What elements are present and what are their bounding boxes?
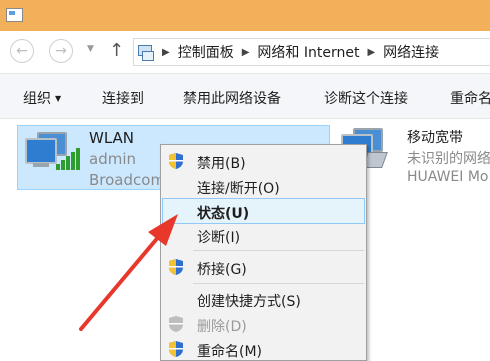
- menu-item-label: 删除(D): [197, 319, 247, 335]
- address-bar[interactable]: ▶ 控制面板 ▶ 网络和 Internet ▶ 网络连接: [133, 38, 490, 66]
- menu-item-label: 连接/断开(O): [197, 181, 280, 197]
- context-menu: 禁用(B) 连接/断开(O) 状态(U) 诊断(I) 桥接(G) 创建快捷方式(…: [160, 144, 367, 361]
- up-arrow-icon[interactable]: ↑: [109, 40, 124, 61]
- menu-item-label: 诊断(I): [197, 230, 241, 246]
- organize-button[interactable]: 组织 ▼: [23, 88, 61, 108]
- menu-item-rename[interactable]: 重命名(M): [163, 337, 364, 361]
- command-toolbar: 组织 ▼ 连接到 禁用此网络设备 诊断这个连接 重命名: [0, 73, 490, 119]
- menu-item-disable[interactable]: 禁用(B): [163, 149, 364, 173]
- menu-item-label: 重命名(M): [197, 344, 263, 360]
- uac-shield-icon: [169, 153, 183, 169]
- recent-locations-dropdown-icon[interactable]: ▼: [87, 44, 94, 54]
- menu-item-delete: 删除(D): [163, 312, 364, 336]
- forward-arrow-icon[interactable]: →: [49, 39, 73, 63]
- connection-status: 未识别的网络: [407, 151, 490, 167]
- organize-label: 组织: [23, 91, 51, 107]
- wifi-signal-icon: [56, 148, 82, 170]
- connection-adapter: HUAWEI Mo: [407, 169, 489, 185]
- rename-button[interactable]: 重命名: [450, 88, 490, 108]
- connection-user: admin: [89, 150, 136, 168]
- connection-name: 移动宽带: [407, 130, 463, 146]
- breadcrumb-separator-icon[interactable]: ▶: [242, 47, 250, 58]
- network-folder-icon: [138, 45, 154, 61]
- menu-item-connect-disconnect[interactable]: 连接/断开(O): [163, 174, 364, 198]
- menu-item-diagnose[interactable]: 诊断(I): [163, 223, 364, 247]
- connection-adapter: Broadcom: [89, 171, 166, 189]
- uac-shield-icon: [169, 259, 183, 275]
- breadcrumb-network-internet[interactable]: 网络和 Internet: [257, 42, 359, 62]
- uac-shield-icon: [169, 341, 183, 357]
- back-arrow-icon[interactable]: ←: [10, 39, 34, 63]
- menu-divider: [193, 250, 364, 251]
- menu-item-label: 状态(U): [197, 206, 250, 222]
- window-titlebar: [0, 0, 490, 31]
- menu-item-label: 桥接(G): [197, 262, 247, 278]
- connect-to-button[interactable]: 连接到: [102, 88, 144, 108]
- menu-item-create-shortcut[interactable]: 创建快捷方式(S): [163, 287, 364, 311]
- menu-item-label: 创建快捷方式(S): [197, 294, 301, 310]
- menu-divider: [193, 283, 364, 284]
- navigation-bar: ← → ▼ ↑ ▶ 控制面板 ▶ 网络和 Internet ▶ 网络连接: [0, 31, 490, 73]
- breadcrumb-separator-icon[interactable]: ▶: [367, 47, 375, 58]
- diagnose-connection-button[interactable]: 诊断这个连接: [324, 88, 408, 108]
- menu-item-status[interactable]: 状态(U): [162, 198, 365, 224]
- chevron-down-icon: ▼: [55, 94, 62, 103]
- menu-item-bridge[interactable]: 桥接(G): [163, 255, 364, 279]
- breadcrumb-control-panel[interactable]: 控制面板: [178, 42, 234, 62]
- disable-device-button[interactable]: 禁用此网络设备: [183, 88, 281, 108]
- connection-name: WLAN: [89, 129, 135, 147]
- uac-shield-icon: [169, 316, 183, 332]
- menu-item-label: 禁用(B): [197, 156, 246, 172]
- folder-window-icon: [6, 8, 23, 22]
- breadcrumb-separator-icon[interactable]: ▶: [162, 47, 170, 58]
- breadcrumb-network-connections[interactable]: 网络连接: [383, 42, 439, 62]
